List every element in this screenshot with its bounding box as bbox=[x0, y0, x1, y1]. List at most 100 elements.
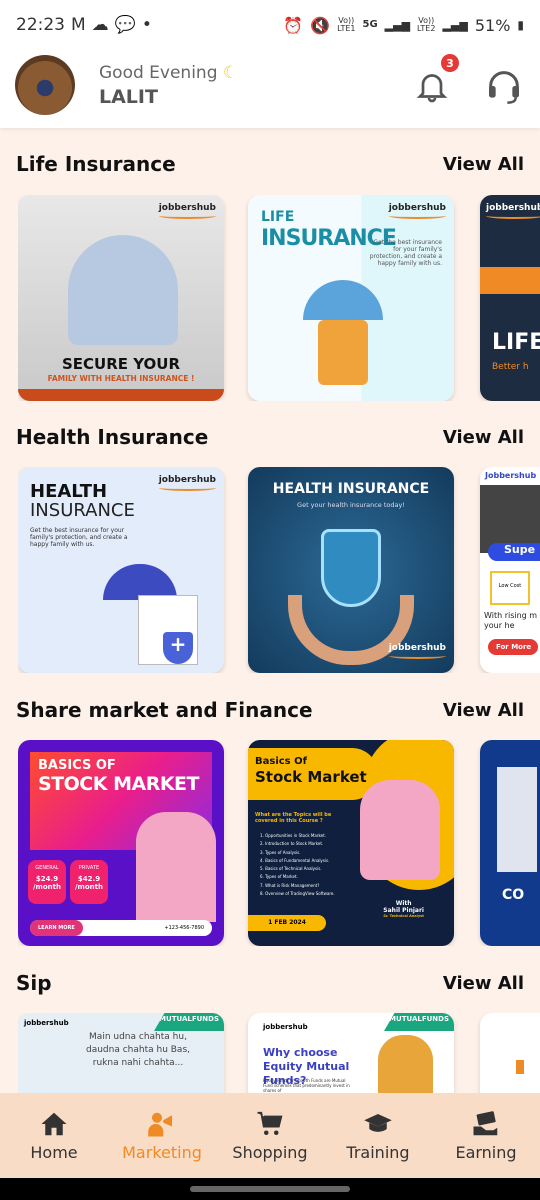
card-life-insurance-1[interactable]: jobbershub SECURE YOUR FAMILY WITH HEALT… bbox=[18, 195, 224, 401]
app-header: Good Evening ☾ LALIT 3 bbox=[0, 50, 540, 128]
card-subtitle: What are the Topics will be covered in t… bbox=[255, 812, 332, 824]
nav-training[interactable]: Training bbox=[324, 1093, 432, 1178]
card-health-insurance-1[interactable]: jobbershub HEALTH INSURANCE Get the best… bbox=[18, 467, 224, 673]
medical-shield-icon: + bbox=[163, 632, 193, 664]
card-subheadline: Better h bbox=[492, 362, 529, 372]
section-title-sip: Sip bbox=[16, 971, 52, 995]
card-headline: SECURE YOUR bbox=[61, 355, 181, 373]
umbrella-illustration bbox=[303, 280, 383, 320]
nav-marketing[interactable]: Marketing bbox=[108, 1093, 216, 1178]
section-title-health-insurance: Health Insurance bbox=[16, 425, 209, 449]
headset-icon[interactable] bbox=[484, 66, 524, 106]
nav-label: Earning bbox=[455, 1143, 517, 1162]
battery-icon: ▮ bbox=[517, 18, 524, 32]
card-share-market-3[interactable]: CO bbox=[480, 740, 540, 946]
share-market-carousel[interactable]: BASICS OF STOCK MARKET GENERAL $24.9 /mon… bbox=[18, 740, 540, 946]
card-cta: For More bbox=[488, 639, 538, 655]
card-headline: HEALTH INSURANCE bbox=[272, 481, 430, 497]
card-sip-1[interactable]: MUTUALFUNDS jobbershub Main udna chahta … bbox=[18, 1013, 224, 1093]
cloud-icon: ☁ bbox=[91, 15, 109, 35]
sip-carousel[interactable]: MUTUALFUNDS jobbershub Main udna chahta … bbox=[18, 1013, 540, 1093]
avatar[interactable] bbox=[15, 55, 75, 115]
brand-logo: jobbershub bbox=[159, 475, 216, 491]
clock: 22:23 bbox=[16, 15, 65, 35]
message-icon: 💬 bbox=[114, 15, 136, 35]
nav-shopping[interactable]: Shopping bbox=[216, 1093, 324, 1178]
learn-more-bar: LEARN MORE +123-456-7890 bbox=[30, 920, 212, 936]
signal-icon: ▂▄▆ bbox=[384, 18, 411, 32]
card-brand: Jobbershub bbox=[485, 471, 537, 480]
card-life-insurance-3[interactable]: jobbershub LIFE Better h bbox=[480, 195, 540, 401]
nav-label: Marketing bbox=[122, 1143, 202, 1162]
card-headline: HEALTH bbox=[30, 481, 108, 502]
life-insurance-carousel[interactable]: jobbershub SECURE YOUR FAMILY WITH HEALT… bbox=[18, 195, 540, 401]
section-title-share-market: Share market and Finance bbox=[16, 698, 313, 722]
brand-logo: jobbershub bbox=[486, 203, 540, 219]
greeting: Good Evening ☾ bbox=[99, 63, 239, 83]
card-headline: BASICS OF bbox=[38, 758, 116, 773]
brand-logo: jobbershub bbox=[389, 643, 446, 659]
mutual-funds-tag: MUTUALFUNDS bbox=[154, 1013, 224, 1031]
card-body: Get the best insurance for your family's… bbox=[30, 527, 128, 548]
megaphone-person-icon bbox=[148, 1112, 172, 1137]
status-bar: 22:23 M ☁ 💬 • ⏰ 🔇 Vo)) LTE1 5G ▂▄▆ Vo)) LT… bbox=[0, 0, 540, 50]
plan-private: PRIVATE $42.9 /month bbox=[70, 860, 108, 904]
card-headline-2: Stock Market bbox=[255, 768, 367, 786]
course-date: 1 FEB 2024 bbox=[248, 915, 326, 931]
section-title-life-insurance: Life Insurance bbox=[16, 152, 176, 176]
plan-general: GENERAL $24.9 /month bbox=[28, 860, 66, 904]
bottom-nav: Home Marketing Shopping Training Earning bbox=[0, 1093, 540, 1178]
health-insurance-carousel[interactable]: jobbershub HEALTH INSURANCE Get the best… bbox=[18, 467, 540, 673]
home-gesture-handle[interactable] bbox=[190, 1186, 350, 1192]
system-nav-bar bbox=[0, 1178, 540, 1200]
card-headline: LIFE bbox=[261, 209, 295, 225]
alarm-icon: ⏰ bbox=[283, 15, 304, 35]
card-sip-2[interactable]: MUTUALFUNDS jobbershub Why choose Equity… bbox=[248, 1013, 454, 1093]
moon-icon: ☾ bbox=[222, 63, 239, 83]
nav-label: Shopping bbox=[232, 1143, 308, 1162]
battery-level: 51% bbox=[474, 15, 511, 35]
card-body: Equity Funds or Growth Funds are Mutual … bbox=[263, 1078, 350, 1093]
presenter-info: With Sahil Pinjari Sr. Technical Analyst bbox=[383, 900, 424, 918]
money-hand-icon bbox=[473, 1111, 498, 1136]
card-subheadline: Get your health insurance today! bbox=[297, 501, 405, 509]
card-life-insurance-2[interactable]: jobbershub LIFE INSURANCE Get the best i… bbox=[248, 195, 454, 401]
signal-icon: ▂▄▆ bbox=[442, 18, 468, 32]
card-feature: Low Cost bbox=[490, 571, 530, 605]
nav-label: Home bbox=[30, 1143, 78, 1162]
view-all-health-insurance[interactable]: View All bbox=[443, 427, 524, 448]
view-all-sip[interactable]: View All bbox=[443, 973, 524, 994]
user-name: LALIT bbox=[99, 86, 158, 108]
network-type: 5G bbox=[362, 19, 378, 30]
topics-list: 1. Opportunities in Stock Market. 2. Intr… bbox=[260, 833, 335, 897]
graduation-cap-icon bbox=[364, 1114, 392, 1132]
brand-logo: jobbershub bbox=[24, 1019, 69, 1027]
view-all-life-insurance[interactable]: View All bbox=[443, 154, 524, 175]
card-headline-2: INSURANCE bbox=[30, 500, 135, 521]
card-health-insurance-3[interactable]: Jobbershub Supe Low Cost With rising m y… bbox=[480, 467, 540, 673]
gmail-icon: M bbox=[71, 15, 86, 35]
nav-home[interactable]: Home bbox=[0, 1093, 108, 1178]
presenter-photo bbox=[360, 780, 440, 880]
nav-label: Training bbox=[346, 1143, 410, 1162]
card-health-insurance-2[interactable]: HEALTH INSURANCE Get your health insuran… bbox=[248, 467, 454, 673]
sim2-indicator: Vo)) LTE2 bbox=[417, 16, 436, 33]
card-headline: Basics Of bbox=[255, 756, 307, 767]
card-share-market-2[interactable]: Basics Of Stock Market What are the Topi… bbox=[248, 740, 454, 946]
card-text: Main udna chahta hu, daudna chahta hu Ba… bbox=[85, 1032, 190, 1068]
card-headline: CO bbox=[502, 887, 525, 903]
nav-earning[interactable]: Earning bbox=[432, 1093, 540, 1178]
card-share-market-1[interactable]: BASICS OF STOCK MARKET GENERAL $24.9 /mon… bbox=[18, 740, 224, 946]
home-icon bbox=[41, 1112, 67, 1136]
card-subheadline: FAMILY WITH HEALTH INSURANCE ! bbox=[47, 374, 195, 383]
card-body: With rising m your he bbox=[484, 611, 538, 630]
brand-logo: jobbershub bbox=[389, 203, 446, 219]
card-badge: Supe bbox=[488, 543, 540, 561]
sim1-indicator: Vo)) LTE1 bbox=[337, 16, 356, 33]
notification-badge: 3 bbox=[441, 54, 459, 72]
brand-logo: jobbershub bbox=[263, 1023, 308, 1031]
bell-icon[interactable] bbox=[414, 66, 450, 106]
view-all-share-market[interactable]: View All bbox=[443, 700, 524, 721]
mute-icon: 🔇 bbox=[310, 15, 331, 35]
card-sip-3[interactable] bbox=[480, 1013, 540, 1093]
